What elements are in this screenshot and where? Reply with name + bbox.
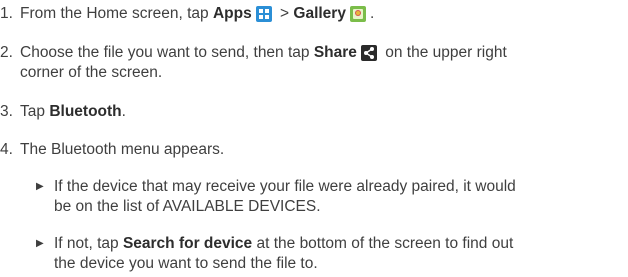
bullet-item-2: ▶ If not, tap Search for device at the b…: [36, 234, 513, 254]
search-for-device-label: Search for device: [122, 235, 253, 252]
step-number: 4.: [0, 141, 13, 158]
period: .: [369, 5, 375, 22]
triangle-bullet-icon: ▶: [36, 181, 44, 192]
bullet-text: If the device that may receive your file…: [54, 178, 516, 195]
step-3: 3. Tap Bluetooth .: [0, 102, 126, 122]
instructions: 1. From the Home screen, tap Apps > Gall…: [0, 0, 628, 277]
step-2: 2. Choose the file you want to send, the…: [0, 43, 507, 63]
step-number: 2.: [0, 44, 13, 61]
triangle-bullet-icon: ▶: [36, 238, 44, 249]
bullet-text: If not, tap: [54, 235, 123, 252]
step-number: 3.: [0, 103, 13, 120]
share-label: Share: [313, 44, 357, 61]
share-icon: [360, 45, 377, 61]
step-text-cont: on the upper right: [380, 44, 507, 61]
step-text: The Bluetooth menu appears.: [20, 141, 225, 158]
bluetooth-label: Bluetooth: [49, 103, 122, 120]
step-text: From the Home screen, tap: [20, 5, 213, 22]
bullet-2-line-2: the device you want to send the file to.: [54, 255, 318, 272]
apps-grid-icon: [255, 6, 272, 22]
separator-text: >: [275, 5, 294, 22]
step-number: 1.: [0, 5, 13, 22]
step-text: Choose the file you want to send, then t…: [20, 44, 314, 61]
step-1: 1. From the Home screen, tap Apps > Gall…: [0, 4, 374, 24]
step-text: Tap: [20, 103, 50, 120]
gallery-icon: [349, 6, 366, 22]
gallery-label: Gallery: [293, 5, 346, 22]
step-4: 4. The Bluetooth menu appears.: [0, 140, 224, 160]
bullet-item-1: ▶ If the device that may receive your fi…: [36, 177, 516, 197]
step-2-line-2: corner of the screen.: [20, 64, 163, 81]
apps-label: Apps: [212, 5, 252, 22]
bullet-text-cont: at the bottom of the screen to find out: [252, 235, 514, 252]
bullet-1-line-2: be on the list of AVAILABLE DEVICES.: [54, 198, 321, 215]
period: .: [121, 103, 126, 120]
